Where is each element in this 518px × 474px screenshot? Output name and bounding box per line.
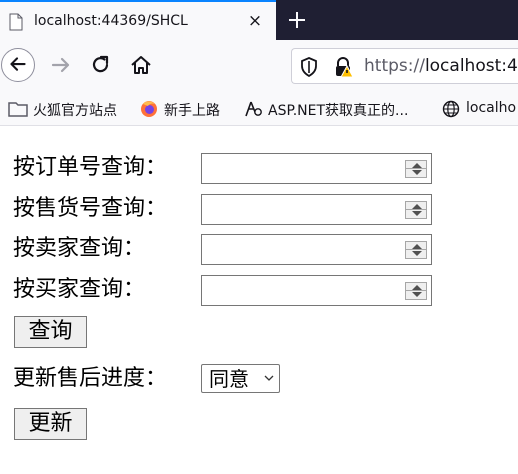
forward-icon[interactable] (44, 48, 78, 82)
page-icon (9, 13, 23, 31)
seller-label: 按卖家查询： (13, 236, 146, 261)
bookmarks-toolbar: 火狐官方站点 新手上路 ASP.NET获取真正的... localho (0, 92, 518, 126)
url-scheme: https:// (364, 56, 425, 76)
tab-bar: localhost:44369/SHCL × (0, 0, 518, 40)
order-number-spinner[interactable] (405, 160, 427, 178)
tab-title: localhost:44369/SHCL (34, 13, 188, 29)
bookmark-label: 火狐官方站点 (33, 103, 117, 119)
globe-icon (442, 100, 460, 118)
tracking-shield-icon[interactable] (300, 57, 318, 77)
spinner-down-icon[interactable] (412, 170, 422, 175)
bookmark-label: ASP.NET获取真正的... (268, 103, 409, 119)
reload-icon[interactable] (84, 48, 118, 82)
back-icon[interactable] (1, 48, 35, 82)
url-bar[interactable]: https://localhost:44 (291, 48, 518, 84)
order-number-input[interactable] (201, 153, 432, 184)
spinner-down-icon[interactable] (412, 292, 422, 297)
spinner-down-icon[interactable] (412, 251, 422, 256)
bookmark-label: 新手上路 (164, 103, 220, 119)
sale-number-label: 按售货号查询： (13, 196, 168, 221)
tab-active[interactable]: localhost:44369/SHCL × (0, 0, 276, 40)
update-button[interactable]: 更新 (14, 408, 87, 440)
progress-select-value: 同意 (209, 367, 249, 391)
navigation-toolbar: https://localhost:44 (0, 40, 518, 92)
bookmark-localhost[interactable]: localho (441, 98, 518, 120)
url-host: localhost:44 (424, 56, 518, 76)
bookmark-official-site[interactable]: 火狐官方站点 (8, 98, 133, 120)
buyer-spinner[interactable] (405, 282, 427, 300)
bookmark-aspnet[interactable]: ASP.NET获取真正的... (243, 98, 429, 120)
url-text: https://localhost:44 (364, 56, 518, 76)
buyer-label: 按买家查询： (13, 277, 146, 302)
close-tab-icon[interactable]: × (244, 10, 266, 32)
progress-select[interactable]: 同意 (201, 364, 280, 393)
home-icon[interactable] (124, 48, 158, 82)
firefox-icon (141, 101, 157, 117)
seller-input[interactable] (201, 234, 432, 265)
spinner-down-icon[interactable] (412, 211, 422, 216)
new-tab-icon[interactable] (284, 7, 310, 33)
folder-icon (8, 102, 28, 117)
bookmark-getting-started[interactable]: 新手上路 (139, 98, 234, 120)
order-number-label: 按订单号查询： (13, 155, 168, 180)
aspnet-icon (245, 101, 262, 117)
sale-number-input[interactable] (201, 194, 432, 225)
query-button[interactable]: 查询 (14, 316, 87, 348)
seller-spinner[interactable] (405, 241, 427, 259)
bookmark-label: localho (466, 100, 517, 116)
insecure-lock-icon[interactable] (334, 56, 354, 78)
buyer-input[interactable] (201, 275, 432, 306)
sale-number-spinner[interactable] (405, 201, 427, 219)
progress-label: 更新售后进度： (13, 366, 168, 391)
chevron-down-icon (264, 375, 274, 381)
